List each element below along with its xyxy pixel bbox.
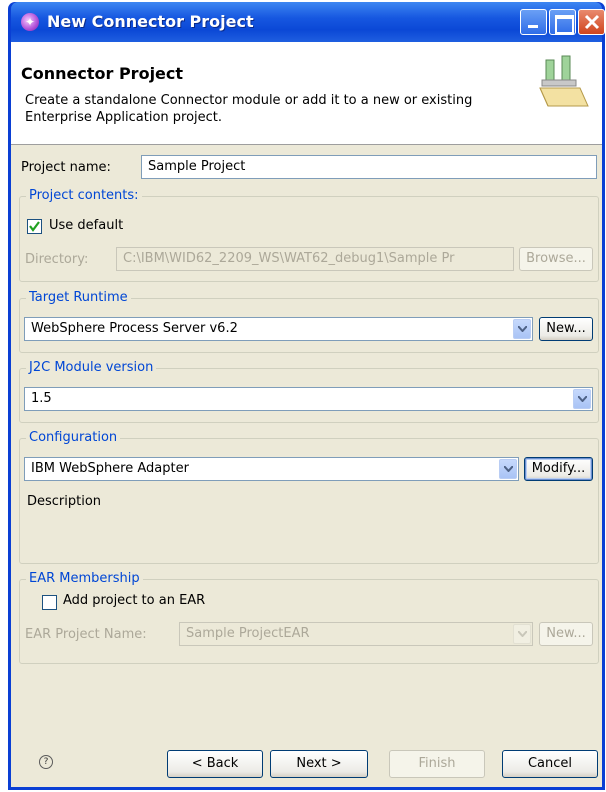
- j2c-module-dropdown-button[interactable]: [573, 389, 591, 409]
- minimize-button[interactable]: [520, 9, 547, 35]
- configuration-value: IBM WebSphere Adapter: [31, 461, 189, 476]
- add-to-ear-checkbox[interactable]: [42, 595, 57, 610]
- window-title: New Connector Project: [47, 12, 254, 31]
- ear-project-name-value: Sample ProjectEAR: [186, 626, 310, 641]
- modify-button[interactable]: Modify...: [524, 457, 593, 481]
- j2c-module-title: J2C Module version: [26, 360, 157, 375]
- project-contents-title: Project contents:: [26, 188, 142, 203]
- checkmark-icon: [29, 221, 40, 232]
- chevron-down-icon: [578, 396, 587, 402]
- page-description: Create a standalone Connector module or …: [25, 93, 473, 125]
- directory-input[interactable]: C:\IBM\WID62_2209_WS\WAT62_debug1\Sample…: [116, 247, 514, 271]
- chevron-down-icon: [518, 631, 527, 637]
- configuration-title: Configuration: [26, 430, 121, 445]
- close-button[interactable]: [578, 9, 605, 35]
- browse-button[interactable]: Browse...: [519, 247, 593, 271]
- target-runtime-select[interactable]: WebSphere Process Server v6.2: [24, 317, 533, 341]
- j2c-module-select[interactable]: 1.5: [24, 387, 593, 411]
- title-bar: ✦ New Connector Project: [11, 2, 605, 42]
- target-runtime-value: WebSphere Process Server v6.2: [31, 321, 238, 336]
- back-button[interactable]: < Back: [167, 750, 263, 778]
- project-name-input[interactable]: Sample Project: [141, 155, 597, 179]
- ear-project-name-select[interactable]: Sample ProjectEAR: [179, 622, 533, 646]
- chevron-down-icon: [504, 466, 513, 472]
- directory-label: Directory:: [25, 252, 89, 267]
- ear-project-dropdown-button[interactable]: [513, 624, 531, 644]
- add-to-ear-label: Add project to an EAR: [63, 593, 206, 608]
- cancel-button[interactable]: Cancel: [502, 750, 598, 778]
- connector-project-banner-icon: [539, 55, 589, 107]
- configuration-dropdown-button[interactable]: [499, 459, 517, 479]
- help-icon[interactable]: ?: [39, 755, 53, 769]
- next-button[interactable]: Next >: [270, 750, 368, 778]
- ear-new-button[interactable]: New...: [539, 622, 593, 646]
- dialog-window: ✦ New Connector Project Connector Projec…: [8, 2, 605, 790]
- j2c-module-value: 1.5: [31, 391, 52, 406]
- project-name-label: Project name:: [21, 160, 111, 175]
- configuration-select[interactable]: IBM WebSphere Adapter: [24, 457, 519, 481]
- page-title: Connector Project: [21, 64, 184, 83]
- target-runtime-new-button[interactable]: New...: [539, 317, 593, 341]
- eclipse-app-icon: ✦: [21, 13, 39, 31]
- finish-button[interactable]: Finish: [389, 750, 485, 778]
- ear-project-name-label: EAR Project Name:: [25, 627, 147, 642]
- ear-membership-title: EAR Membership: [26, 571, 143, 586]
- close-icon: [584, 14, 600, 30]
- dialog-content: Connector Project Create a standalone Co…: [11, 42, 602, 787]
- chevron-down-icon: [518, 326, 527, 332]
- maximize-button[interactable]: [549, 9, 576, 35]
- use-default-checkbox[interactable]: [27, 219, 42, 234]
- wizard-header: Connector Project Create a standalone Co…: [11, 42, 602, 145]
- configuration-description: Description: [27, 494, 102, 509]
- target-runtime-dropdown-button[interactable]: [513, 319, 531, 339]
- use-default-label: Use default: [49, 218, 124, 233]
- target-runtime-title: Target Runtime: [26, 290, 131, 305]
